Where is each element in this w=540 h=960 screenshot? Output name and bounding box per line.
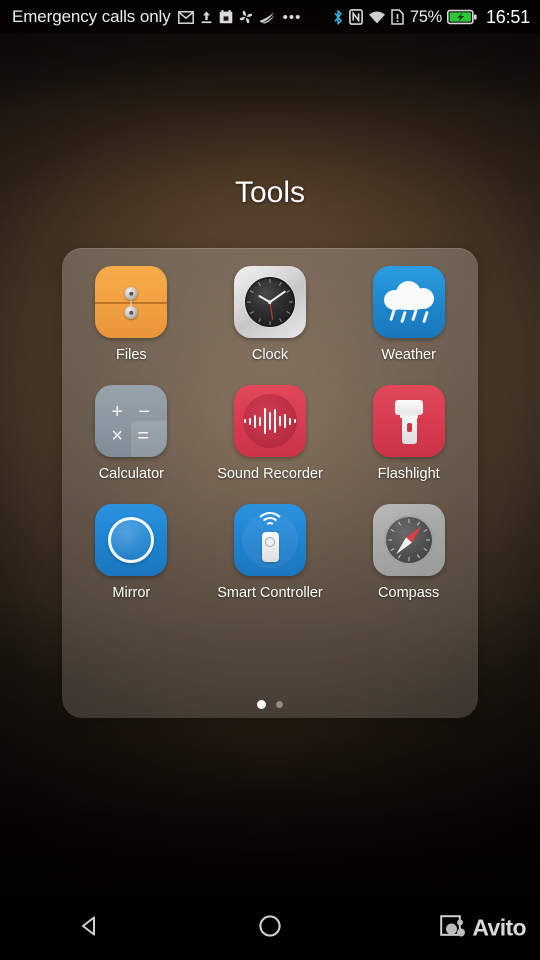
gmail-icon xyxy=(177,10,194,24)
battery-charging-icon xyxy=(446,9,477,25)
calc-minus-glyph: − xyxy=(138,401,151,423)
notification-icons: ••• xyxy=(177,8,302,26)
sim-alert-icon xyxy=(391,9,404,25)
app-compass[interactable]: Compass xyxy=(339,504,478,602)
files-icon[interactable] xyxy=(95,266,168,338)
page-indicator[interactable] xyxy=(62,700,478,709)
app-label: Mirror xyxy=(112,585,151,601)
swoosh-icon xyxy=(259,11,275,24)
calc-times-glyph: × xyxy=(111,425,124,447)
smart-controller-icon[interactable] xyxy=(233,504,306,576)
avito-logo-icon xyxy=(446,919,468,937)
app-label: Smart Controller xyxy=(217,585,323,601)
page-dot-1[interactable] xyxy=(257,700,266,709)
battery-percent-label: 75% xyxy=(409,7,442,26)
status-bar[interactable]: Emergency calls only ••• 75% 16:51 xyxy=(0,0,540,34)
avito-wordmark: Avito xyxy=(472,914,526,941)
back-icon xyxy=(78,914,102,943)
app-clock[interactable]: Clock xyxy=(201,266,340,364)
nav-home-button[interactable] xyxy=(180,913,360,944)
sound-recorder-icon[interactable] xyxy=(233,385,306,457)
folder-panel: Files Clock Weather + − × = Calculator S… xyxy=(62,248,478,718)
phone-screen: Emergency calls only ••• 75% 16:51 Tools… xyxy=(0,0,540,960)
app-mirror[interactable]: Mirror xyxy=(62,504,201,602)
app-sound-recorder[interactable]: Sound Recorder xyxy=(201,385,340,483)
home-icon xyxy=(257,913,283,944)
app-label: Compass xyxy=(378,585,440,601)
upload-icon xyxy=(200,10,213,24)
app-grid: Files Clock Weather + − × = Calculator S… xyxy=(62,266,478,602)
bluetooth-icon xyxy=(332,9,344,26)
app-smart-controller[interactable]: Smart Controller xyxy=(201,504,340,602)
app-flashlight[interactable]: Flashlight xyxy=(339,385,478,483)
app-label: Clock xyxy=(251,347,289,363)
folder-title: Tools xyxy=(234,176,306,209)
app-label: Weather xyxy=(381,347,436,363)
system-icons: 75% 16:51 xyxy=(332,7,530,28)
compass-icon[interactable] xyxy=(372,504,445,576)
page-dot-2[interactable] xyxy=(276,701,283,708)
nfc-icon xyxy=(348,9,363,25)
app-calculator[interactable]: + − × = Calculator xyxy=(62,385,201,483)
clock-icon[interactable] xyxy=(233,266,306,338)
status-bar-clock: 16:51 xyxy=(485,6,530,27)
navigation-bar: Avito xyxy=(0,896,540,960)
app-label: Flashlight xyxy=(377,466,440,482)
calc-equals-glyph: = xyxy=(137,425,150,447)
flashlight-icon[interactable] xyxy=(372,385,445,457)
overflow-dots: ••• xyxy=(282,8,302,26)
calendar-icon xyxy=(219,10,233,24)
app-label: Files xyxy=(116,347,147,363)
app-label: Sound Recorder xyxy=(217,466,323,482)
weather-icon[interactable] xyxy=(372,266,445,338)
mirror-icon[interactable] xyxy=(95,504,168,576)
avito-watermark: Avito xyxy=(446,914,527,942)
carrier-label: Emergency calls only xyxy=(12,7,171,26)
app-label: Calculator xyxy=(98,466,164,482)
wifi-icon xyxy=(368,10,386,25)
app-weather[interactable]: Weather xyxy=(339,266,478,364)
app-files[interactable]: Files xyxy=(62,266,201,364)
nav-back-button[interactable] xyxy=(0,914,180,943)
calculator-icon[interactable]: + − × = xyxy=(95,385,168,457)
pinwheel-icon xyxy=(239,10,253,24)
calc-plus-glyph: + xyxy=(111,401,124,423)
